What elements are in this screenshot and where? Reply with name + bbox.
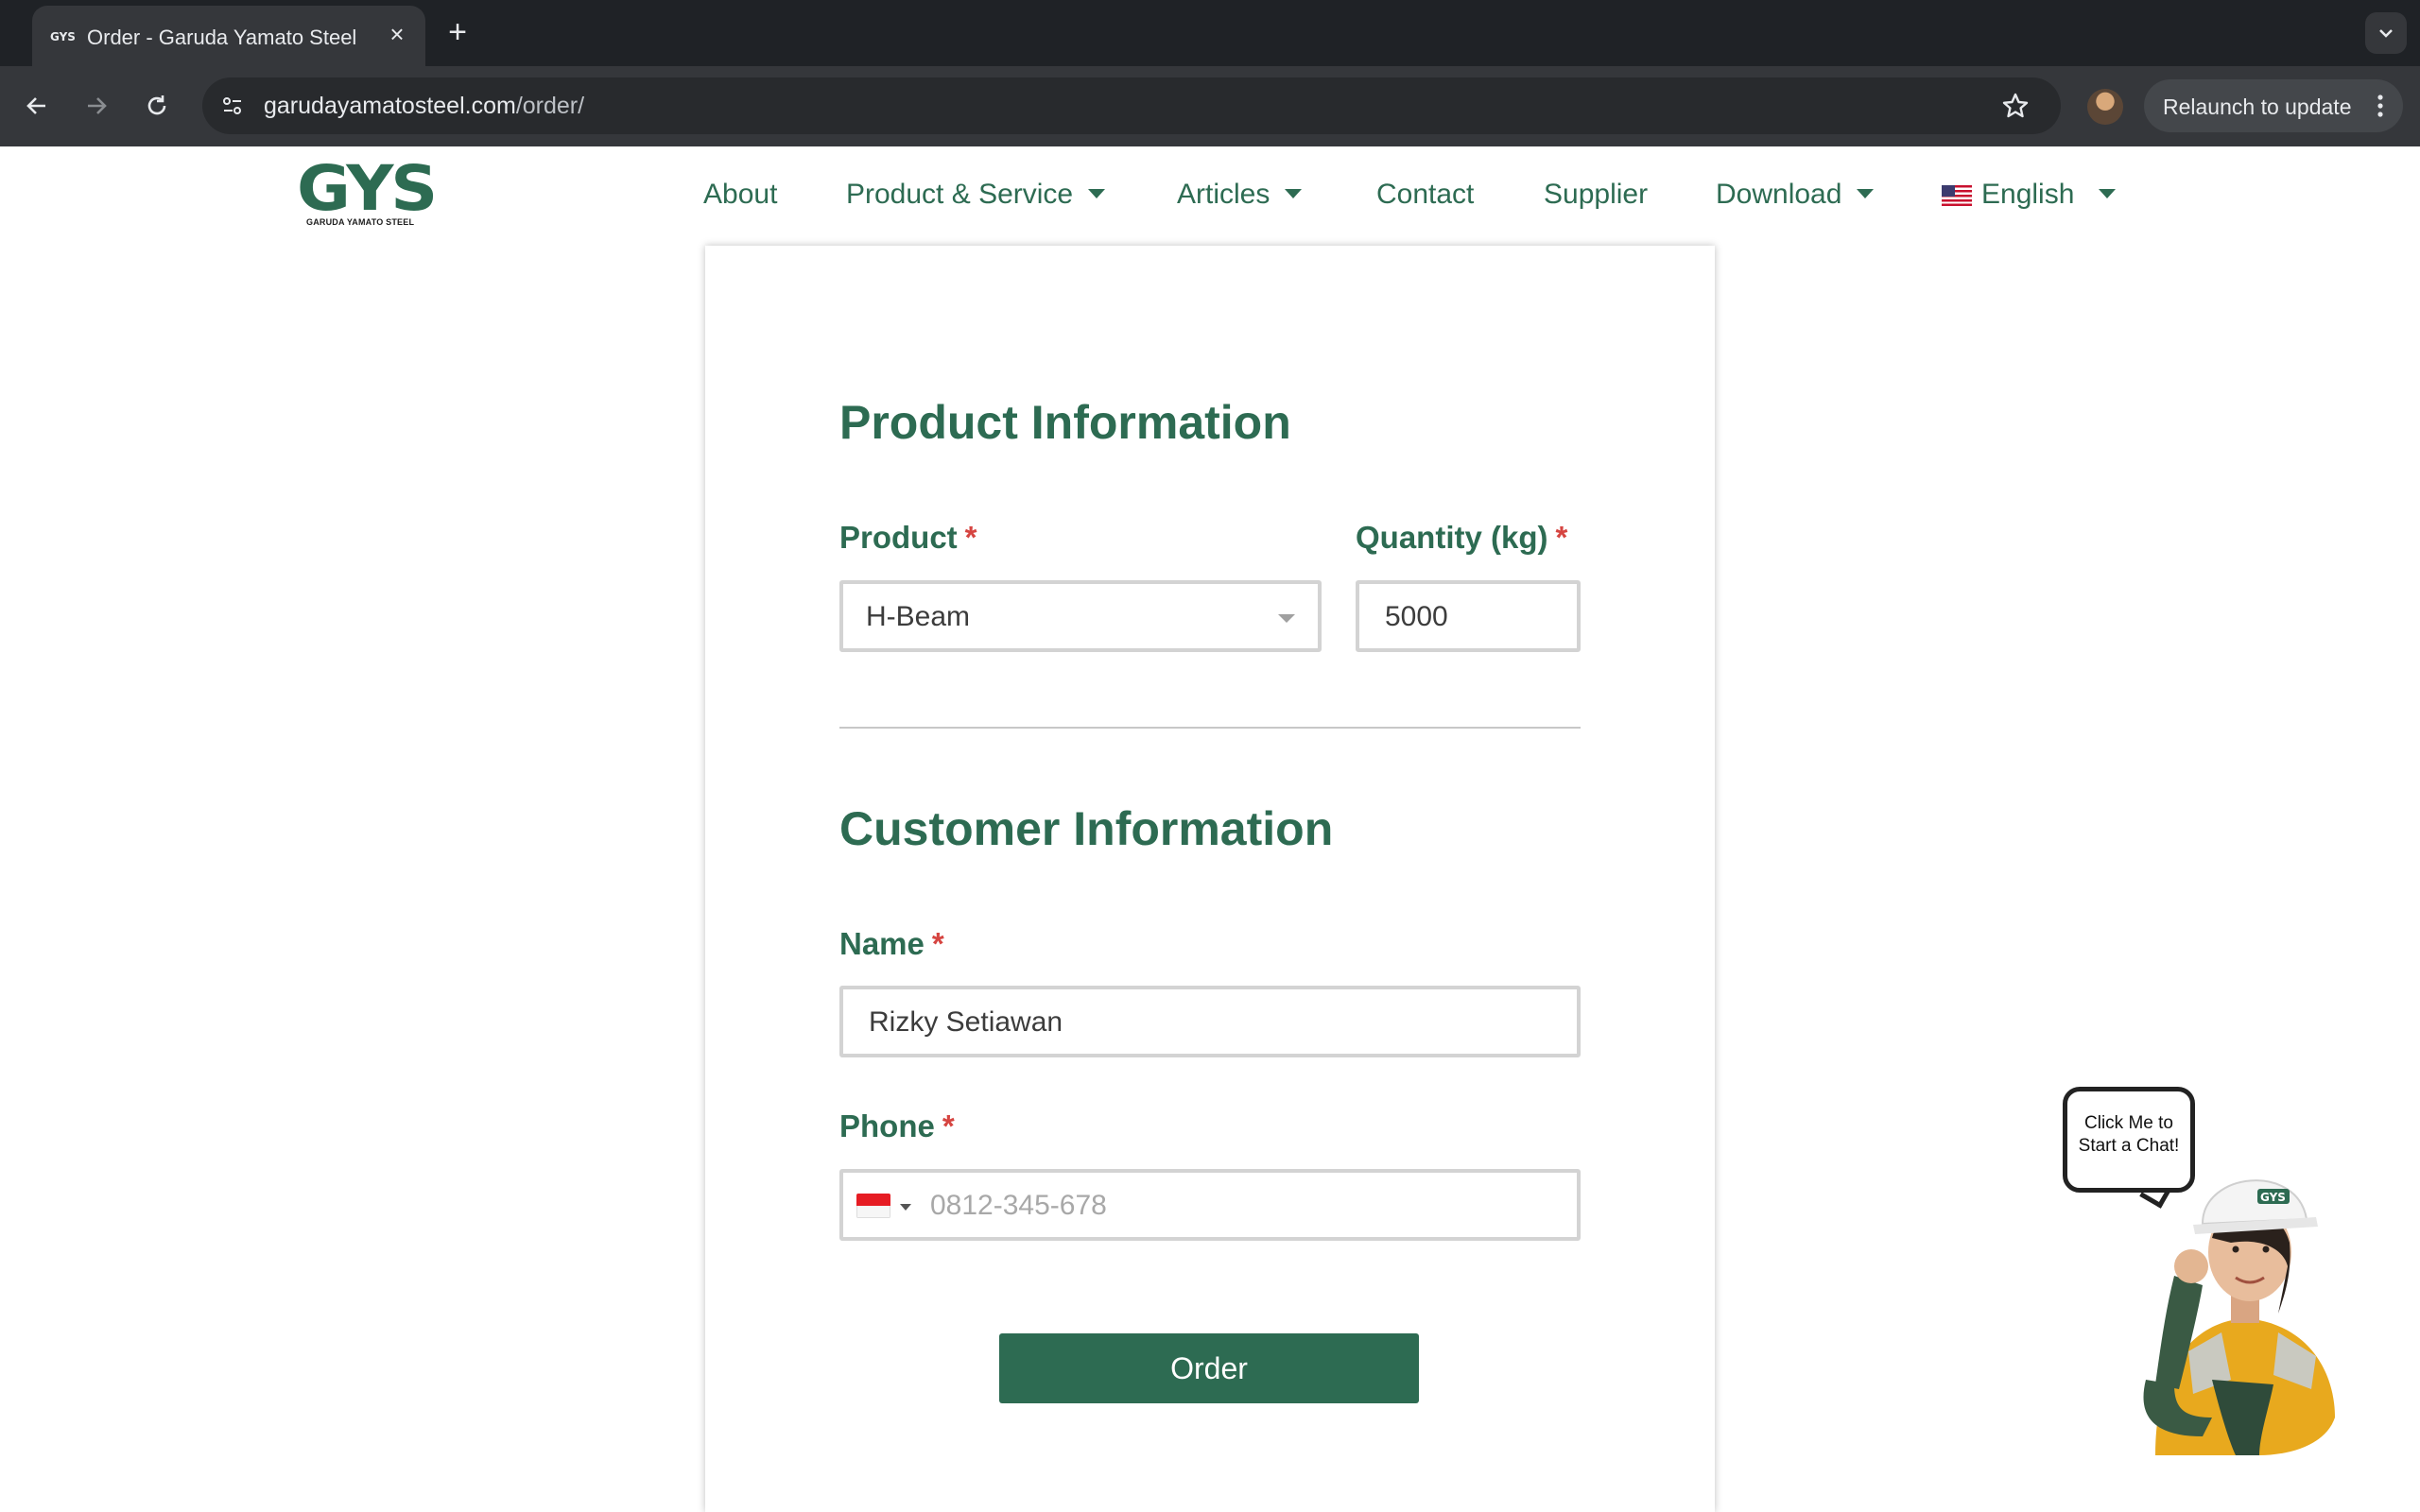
bookmark-star-icon[interactable] <box>1998 89 2032 123</box>
nav-contact-label: Contact <box>1376 179 1475 210</box>
caret-down-icon <box>1285 189 1303 199</box>
tab-search-chevron-icon[interactable] <box>2365 12 2407 54</box>
tab-close-icon[interactable]: × <box>380 17 414 51</box>
phone-input[interactable]: 0812-345-678 <box>839 1169 1581 1241</box>
name-input-value: Rizky Setiawan <box>869 1006 1063 1038</box>
name-label: Name * <box>839 926 944 962</box>
nav-supplier[interactable]: Supplier <box>1544 179 1648 211</box>
required-marker: * <box>942 1108 955 1143</box>
logo-wordmark: GYS <box>297 152 438 225</box>
name-input[interactable]: Rizky Setiawan <box>839 986 1581 1057</box>
relaunch-to-update-button[interactable]: Relaunch to update <box>2144 79 2403 132</box>
quantity-label: Quantity (kg) * <box>1356 520 1567 556</box>
forward-arrow-icon[interactable] <box>76 85 117 127</box>
kebab-menu-icon[interactable] <box>2371 93 2390 119</box>
new-tab-icon[interactable]: + <box>440 15 475 51</box>
chat-widget[interactable]: Click Me to Start a Chat! GYS <box>2051 1077 2373 1455</box>
select-chevron-down-icon <box>1278 614 1295 623</box>
reload-icon[interactable] <box>136 85 178 127</box>
indonesia-flag-icon[interactable] <box>856 1194 890 1218</box>
profile-avatar[interactable] <box>2087 89 2123 125</box>
required-marker: * <box>931 926 944 961</box>
gys-logo[interactable]: GYS GARUDA YAMATO STEEL <box>297 158 439 228</box>
browser-tab-active[interactable]: GYS Order - Garuda Yamato Steel × <box>32 6 425 66</box>
caret-down-icon <box>1088 189 1106 199</box>
nav-contact[interactable]: Contact <box>1376 179 1474 211</box>
url-domain: garudayamatosteel.com <box>264 93 516 119</box>
quantity-label-text: Quantity (kg) <box>1356 520 1548 555</box>
nav-articles-label: Articles <box>1177 179 1270 210</box>
url-text: garudayamatosteel.com/order/ <box>264 93 584 120</box>
tab-title: Order - Garuda Yamato Steel <box>87 26 357 49</box>
site-header: GYS GARUDA YAMATO STEEL About Product & … <box>0 146 2420 246</box>
url-path: /order/ <box>515 93 585 119</box>
phone-input-placeholder: 0812-345-678 <box>930 1190 1107 1221</box>
nav-supplier-label: Supplier <box>1544 179 1649 210</box>
back-arrow-icon[interactable] <box>16 85 58 127</box>
nav-about[interactable]: About <box>703 179 777 211</box>
nav-language[interactable]: English <box>1981 179 2117 211</box>
nav-download[interactable]: Download <box>1716 179 1875 211</box>
customer-information-title: Customer Information <box>839 802 1334 855</box>
helmet-logo-text: GYS <box>2260 1191 2286 1204</box>
product-select-value: H-Beam <box>866 601 971 632</box>
product-select[interactable]: H-Beam <box>839 580 1322 652</box>
quantity-input-value: 5000 <box>1385 601 1448 632</box>
required-marker: * <box>964 520 977 555</box>
product-label: Product * <box>839 520 977 556</box>
section-divider <box>839 727 1581 729</box>
nav-download-label: Download <box>1716 179 1842 210</box>
order-form-card: Product Information Product * H-Beam Quan… <box>705 246 1715 1512</box>
browser-tab-strip: GYS Order - Garuda Yamato Steel × + <box>0 0 2420 66</box>
browser-toolbar: garudayamatosteel.com/order/ Relaunch to… <box>0 66 2420 146</box>
chat-bubble-line1: Click Me to <box>2084 1113 2173 1133</box>
quantity-input[interactable]: 5000 <box>1356 580 1581 652</box>
site-favicon-icon: GYS <box>50 30 76 43</box>
us-flag-icon <box>1942 185 1972 206</box>
nav-product-service-label: Product & Service <box>846 179 1074 210</box>
name-label-text: Name <box>839 926 925 961</box>
relaunch-label: Relaunch to update <box>2163 94 2352 119</box>
address-bar[interactable]: garudayamatosteel.com/order/ <box>202 77 2061 134</box>
product-information-title: Product Information <box>839 396 1291 449</box>
product-label-text: Product <box>839 520 958 555</box>
country-code-caret-icon[interactable] <box>900 1204 911 1211</box>
required-marker: * <box>1555 520 1568 555</box>
nav-language-label: English <box>1981 179 2075 210</box>
order-button[interactable]: Order <box>999 1333 1419 1403</box>
nav-product-service[interactable]: Product & Service <box>846 179 1106 211</box>
nav-about-label: About <box>703 179 778 210</box>
caret-down-icon <box>1857 189 1875 199</box>
site-info-tune-icon[interactable] <box>216 89 250 123</box>
phone-label-text: Phone <box>839 1108 935 1143</box>
caret-down-icon <box>2099 189 2117 199</box>
nav-articles[interactable]: Articles <box>1177 179 1303 211</box>
chat-agent-mascot-icon[interactable]: GYS <box>2118 1134 2373 1455</box>
phone-label: Phone * <box>839 1108 955 1144</box>
svg-text:GYS: GYS <box>50 30 76 43</box>
